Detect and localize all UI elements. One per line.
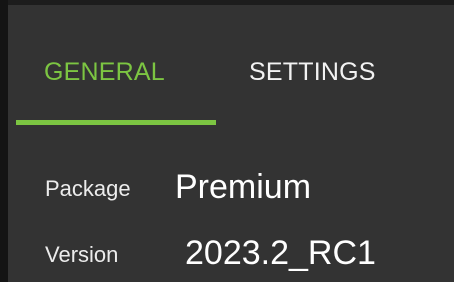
active-tab-indicator	[16, 120, 216, 125]
version-value: 2023.2_RC1	[185, 234, 376, 272]
tab-bar: GENERAL SETTINGS	[16, 44, 436, 128]
package-value: Premium	[175, 168, 312, 206]
version-label: Version	[45, 242, 119, 267]
tab-settings[interactable]: SETTINGS	[249, 56, 376, 88]
left-edge	[0, 0, 8, 282]
top-edge	[0, 0, 454, 5]
details-section: Package Premium Version 2023.2_RC1	[45, 165, 435, 275]
general-panel: GENERAL SETTINGS Package Premium Version…	[0, 0, 454, 282]
tab-general[interactable]: GENERAL	[44, 56, 165, 88]
package-label: Package	[45, 176, 131, 201]
